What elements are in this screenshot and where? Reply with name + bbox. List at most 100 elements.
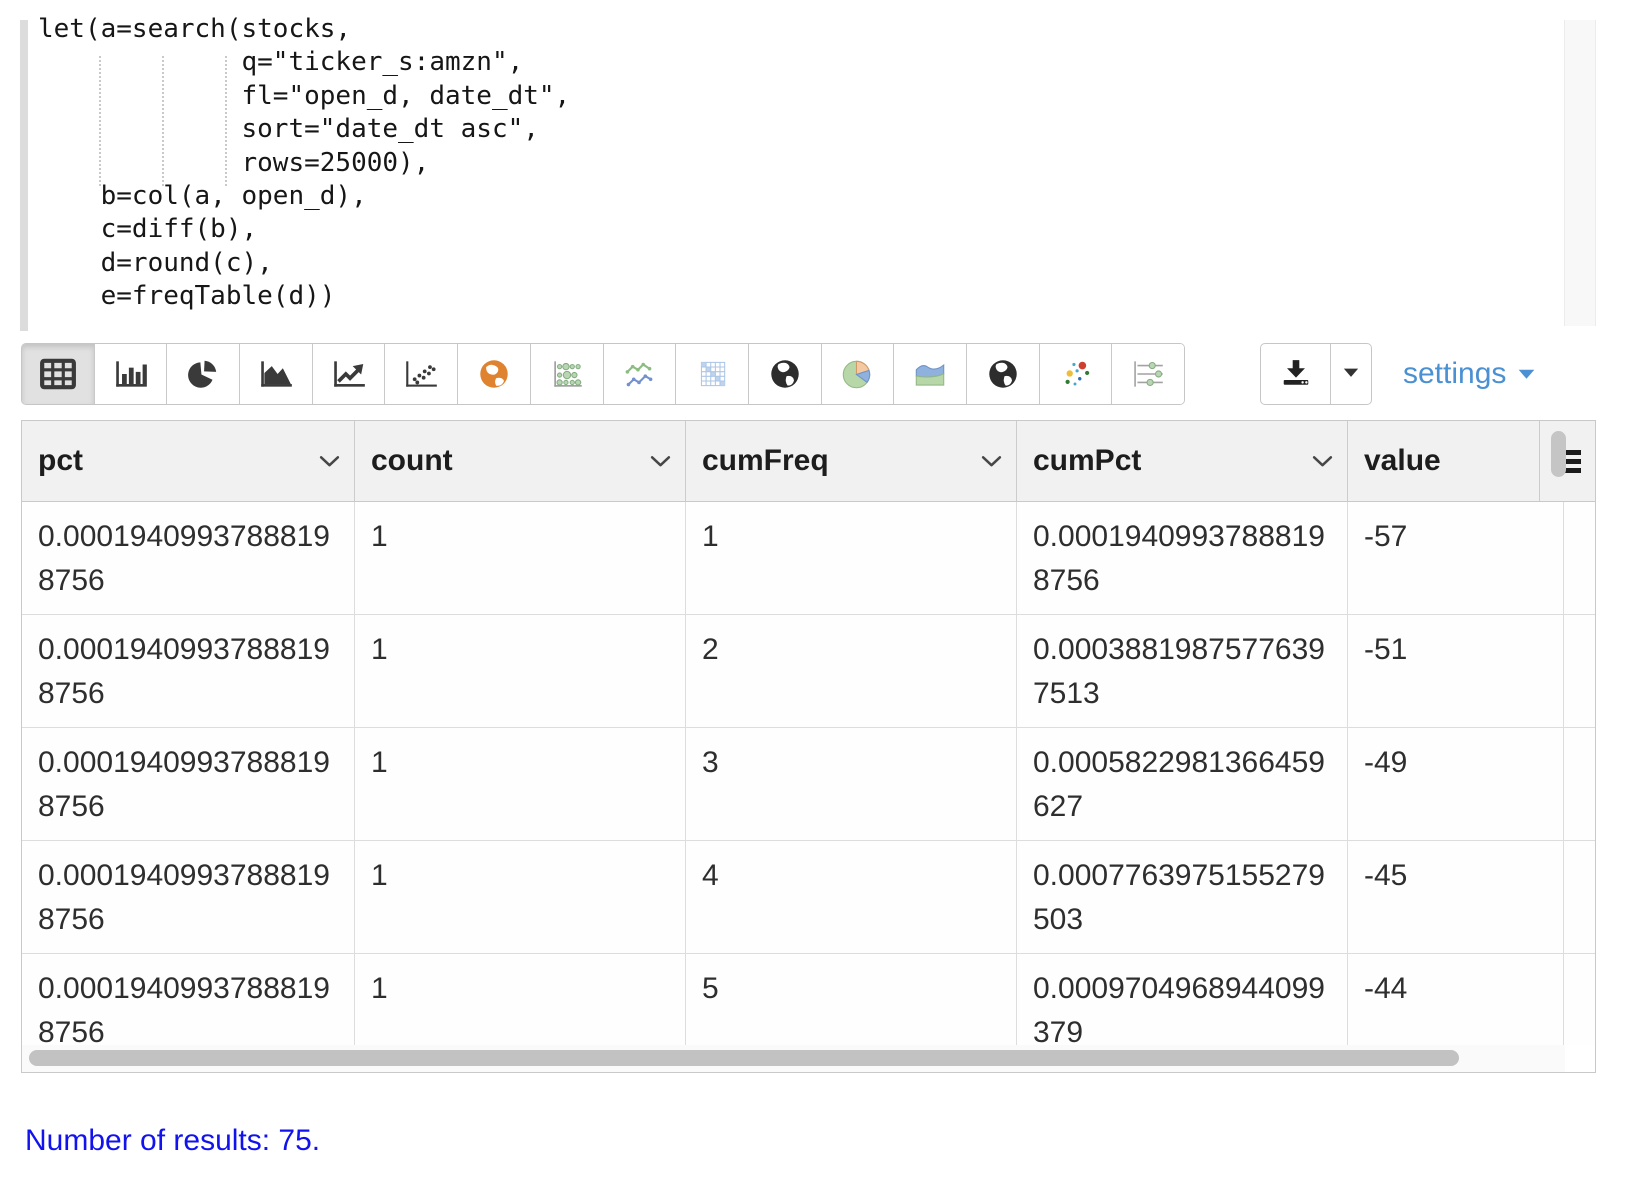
column-header-pct[interactable]: pct (22, 421, 355, 501)
cell-count: 1 (355, 502, 686, 614)
cell-pct: 0.00019409937888198756 (22, 502, 355, 614)
pie-chart-icon (184, 357, 222, 391)
indent-guide (225, 56, 227, 186)
scatter-color-icon (1056, 357, 1094, 391)
line-chart-icon (330, 357, 368, 391)
table-header-row: pct count cumFreq cumPct value (22, 421, 1595, 502)
column-header-cumFreq[interactable]: cumFreq (686, 421, 1017, 501)
chart-btn-pie-chart[interactable] (167, 344, 240, 404)
chart-btn-table[interactable] (22, 344, 95, 404)
table-row: 0.00019409937888198756150.00097049689440… (22, 954, 1595, 1045)
chevron-down-icon[interactable] (650, 455, 671, 468)
column-label: cumFreq (702, 444, 829, 478)
area-chart-icon (257, 357, 295, 391)
chart-btn-scatter-plot[interactable] (385, 344, 458, 404)
chart-btn-multi-line-chart[interactable] (604, 344, 677, 404)
chart-btn-globe-map[interactable] (458, 344, 531, 404)
chart-btn-bubble-grid[interactable] (531, 344, 604, 404)
table-body: 0.00019409937888198756110.00019409937888… (22, 502, 1595, 1045)
chevron-down-icon[interactable] (319, 455, 340, 468)
table-row: 0.00019409937888198756130.00058229813664… (22, 728, 1595, 841)
results-table: pct count cumFreq cumPct value 0.00019409937… (21, 420, 1596, 1073)
settings-label: settings (1403, 357, 1506, 391)
sliders-icon (1129, 357, 1167, 391)
code-editor-text[interactable]: let(a=search(stocks, q="ticker_s:amzn", … (38, 13, 570, 314)
table-row: 0.00019409937888198756140.00077639751552… (22, 841, 1595, 954)
code-editor-scrollbar[interactable] (1564, 20, 1596, 326)
area-color-icon (911, 357, 949, 391)
chart-btn-range-sliders[interactable] (1112, 344, 1184, 404)
download-dropdown-button[interactable] (1331, 344, 1371, 404)
cell-cumFreq: 2 (686, 615, 1017, 727)
chevron-down-icon[interactable] (1312, 455, 1333, 468)
chart-btn-world-map-2[interactable] (967, 344, 1040, 404)
chart-btn-bar-chart[interactable] (95, 344, 168, 404)
cell-value: -57 (1348, 502, 1564, 614)
results-count-text: Number of results: 75. (25, 1122, 320, 1160)
cell-value: -45 (1348, 841, 1564, 953)
cell-pct: 0.00019409937888198756 (22, 615, 355, 727)
vertical-scrollbar[interactable] (1551, 431, 1566, 477)
chart-btn-bubble-scatter[interactable] (1040, 344, 1113, 404)
pie-color-icon (838, 357, 876, 391)
multi-line-icon (620, 357, 658, 391)
column-header-count[interactable]: count (355, 421, 686, 501)
cell-cumPct: 0.0007763975155279503 (1017, 841, 1348, 953)
chart-btn-pie-chart-color[interactable] (822, 344, 895, 404)
cell-cumFreq: 1 (686, 502, 1017, 614)
chevron-down-icon[interactable] (981, 455, 1002, 468)
cell-cumPct: 0.0009704968944099379 (1017, 954, 1348, 1045)
cell-cumFreq: 3 (686, 728, 1017, 840)
cell-cumFreq: 5 (686, 954, 1017, 1045)
chart-btn-area-chart[interactable] (240, 344, 313, 404)
column-label: value (1364, 444, 1441, 478)
chart-type-toolbar (21, 343, 1185, 405)
table-row: 0.00019409937888198756120.00038819875776… (22, 615, 1595, 728)
cell-count: 1 (355, 954, 686, 1045)
column-header-value[interactable]: value (1348, 421, 1540, 501)
download-icon (1279, 356, 1313, 392)
column-header-cumPct[interactable]: cumPct (1017, 421, 1348, 501)
horizontal-scrollbar[interactable] (29, 1050, 1459, 1066)
globe-dark-icon (766, 357, 804, 391)
cell-pct: 0.00019409937888198756 (22, 954, 355, 1045)
horizontal-scrollbar-track[interactable] (22, 1045, 1595, 1072)
table-menu-button[interactable] (1540, 421, 1595, 501)
globe-dark-icon (984, 357, 1022, 391)
caret-down-icon (1518, 368, 1535, 380)
cell-count: 1 (355, 615, 686, 727)
cell-value: -44 (1348, 954, 1564, 1045)
caret-down-icon (1343, 365, 1359, 383)
chart-btn-heatmap[interactable] (676, 344, 749, 404)
bar-chart-icon (112, 357, 150, 391)
indent-guide (162, 56, 164, 186)
cell-count: 1 (355, 728, 686, 840)
cell-cumPct: 0.0005822981366459627 (1017, 728, 1348, 840)
column-label: cumPct (1033, 444, 1141, 478)
table-icon (39, 357, 77, 391)
scatter-plot-icon (402, 357, 440, 391)
code-editor-panel: let(a=search(stocks, q="ticker_s:amzn", … (0, 0, 1626, 333)
code-editor-gutter (20, 20, 28, 331)
cell-pct: 0.00019409937888198756 (22, 728, 355, 840)
chart-btn-world-map[interactable] (749, 344, 822, 404)
cell-cumFreq: 4 (686, 841, 1017, 953)
indent-guide (99, 56, 101, 186)
bubble-grid-icon (548, 357, 586, 391)
cell-value: -49 (1348, 728, 1564, 840)
download-button-group (1260, 343, 1372, 405)
heatmap-icon (693, 357, 731, 391)
table-row: 0.00019409937888198756110.00019409937888… (22, 502, 1595, 615)
cell-pct: 0.00019409937888198756 (22, 841, 355, 953)
download-button[interactable] (1261, 344, 1331, 404)
column-label: count (371, 444, 453, 478)
globe-orange-icon (475, 357, 513, 391)
chart-btn-area-chart-color[interactable] (894, 344, 967, 404)
chart-btn-line-chart[interactable] (313, 344, 386, 404)
cell-count: 1 (355, 841, 686, 953)
cell-value: -51 (1348, 615, 1564, 727)
scrollbar-corner (1565, 1045, 1595, 1072)
cell-cumPct: 0.00038819875776397513 (1017, 615, 1348, 727)
column-label: pct (38, 444, 83, 478)
settings-link[interactable]: settings (1403, 343, 1535, 405)
